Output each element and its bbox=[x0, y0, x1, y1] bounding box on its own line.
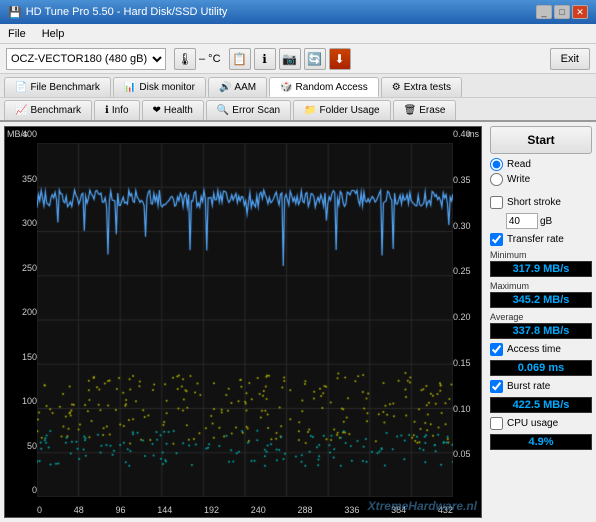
maximize-button[interactable]: □ bbox=[554, 5, 570, 19]
stroke-value-input[interactable] bbox=[506, 213, 538, 229]
toolbar: OCZ-VECTOR180 (480 gB) 🌡 – °C 📋 ℹ 📷 🔄 ⬇ … bbox=[0, 44, 596, 74]
minimum-stat-section: Minimum 317.9 MB/s bbox=[490, 250, 592, 277]
exit-button[interactable]: Exit bbox=[550, 48, 590, 70]
write-radio-row: Write bbox=[490, 173, 592, 186]
file-benchmark-icon: 📄 bbox=[15, 82, 27, 93]
info-tab-icon: ℹ bbox=[105, 105, 109, 116]
temperature-display: – °C bbox=[199, 53, 221, 65]
chart-labels-right: 0.40 0.35 0.30 0.25 0.20 0.15 0.10 0.05 bbox=[453, 127, 481, 497]
tab-file-benchmark[interactable]: 📄 File Benchmark bbox=[4, 77, 111, 97]
app-icon: 💾 bbox=[8, 6, 22, 19]
drive-select[interactable]: OCZ-VECTOR180 (480 gB) bbox=[6, 48, 166, 70]
maximum-label: Maximum bbox=[490, 281, 592, 291]
tabs-row1: 📄 File Benchmark 📊 Disk monitor 🔊 AAM 🎲 … bbox=[0, 74, 596, 98]
maximum-value: 345.2 MB/s bbox=[490, 292, 592, 308]
write-label: Write bbox=[507, 174, 530, 185]
download-icon[interactable]: ⬇ bbox=[329, 48, 351, 70]
health-tab-icon: ❤ bbox=[153, 105, 161, 116]
transfer-rate-row: Transfer rate bbox=[490, 233, 592, 246]
main-content: MB/s ms 400 350 300 250 200 150 100 50 0… bbox=[0, 122, 596, 522]
tab-benchmark[interactable]: 📈 Benchmark bbox=[4, 100, 92, 120]
stroke-unit: gB bbox=[540, 216, 552, 227]
maximum-stat-section: Maximum 345.2 MB/s bbox=[490, 281, 592, 308]
minimize-button[interactable]: _ bbox=[536, 5, 552, 19]
tab-folder-usage[interactable]: 📁 Folder Usage bbox=[293, 100, 390, 120]
chart-x-labels: 0 48 96 144 192 240 288 336 384 432 bbox=[37, 505, 453, 515]
close-button[interactable]: ✕ bbox=[572, 5, 588, 19]
title-bar-controls: _ □ ✕ bbox=[536, 5, 588, 19]
toolbar-icons: 🌡 – °C bbox=[174, 48, 221, 70]
read-write-radio-group: Read Write bbox=[490, 158, 592, 186]
window-title: HD Tune Pro 5.50 - Hard Disk/SSD Utility bbox=[26, 6, 228, 18]
menu-help[interactable]: Help bbox=[38, 27, 69, 41]
burst-rate-checkbox[interactable] bbox=[490, 380, 503, 393]
tabs-row2: 📈 Benchmark ℹ Info ❤ Health 🔍 Error Scan… bbox=[0, 98, 596, 122]
chart-labels-left: 400 350 300 250 200 150 100 50 0 bbox=[5, 127, 37, 497]
read-radio-row: Read bbox=[490, 158, 592, 171]
short-stroke-label: Short stroke bbox=[507, 197, 561, 208]
cpu-usage-value: 4.9% bbox=[490, 434, 592, 450]
short-stroke-row: Short stroke bbox=[490, 196, 592, 209]
refresh-icon[interactable]: 🔄 bbox=[304, 48, 326, 70]
write-radio[interactable] bbox=[490, 173, 503, 186]
average-value: 337.8 MB/s bbox=[490, 323, 592, 339]
burst-rate-row: Burst rate bbox=[490, 380, 592, 393]
access-time-row: Access time bbox=[490, 343, 592, 356]
right-panel: Start Read Write Short stroke gB Transfe… bbox=[486, 122, 596, 522]
minimum-value: 317.9 MB/s bbox=[490, 261, 592, 277]
transfer-rate-checkbox[interactable] bbox=[490, 233, 503, 246]
transfer-rate-label: Transfer rate bbox=[507, 234, 564, 245]
burst-rate-value: 422.5 MB/s bbox=[490, 397, 592, 413]
disk-monitor-icon: 📊 bbox=[124, 82, 136, 93]
action-icons: 📋 ℹ 📷 🔄 ⬇ bbox=[229, 48, 351, 70]
tab-health[interactable]: ❤ Health bbox=[142, 100, 204, 120]
tab-disk-monitor[interactable]: 📊 Disk monitor bbox=[113, 77, 206, 97]
benchmark-icon[interactable]: 📋 bbox=[229, 48, 251, 70]
cpu-usage-label: CPU usage bbox=[507, 418, 558, 429]
tab-error-scan[interactable]: 🔍 Error Scan bbox=[206, 100, 291, 120]
average-label: Average bbox=[490, 312, 592, 322]
benchmark-tab-icon: 📈 bbox=[15, 105, 27, 116]
health-icon[interactable]: 📷 bbox=[279, 48, 301, 70]
short-stroke-checkbox[interactable] bbox=[490, 196, 503, 209]
random-access-icon: 🎲 bbox=[280, 82, 292, 93]
thermometer-icon[interactable]: 🌡 bbox=[174, 48, 196, 70]
tab-random-access[interactable]: 🎲 Random Access bbox=[269, 77, 379, 97]
error-scan-icon: 🔍 bbox=[217, 105, 229, 116]
tab-info[interactable]: ℹ Info bbox=[94, 100, 140, 120]
tab-erase[interactable]: 🗑 Erase bbox=[393, 100, 457, 120]
folder-usage-icon: 📁 bbox=[304, 105, 316, 116]
read-label: Read bbox=[507, 159, 531, 170]
chart-area: MB/s ms 400 350 300 250 200 150 100 50 0… bbox=[4, 126, 482, 518]
title-bar: 💾 HD Tune Pro 5.50 - Hard Disk/SSD Utili… bbox=[0, 0, 596, 24]
menu-bar: File Help bbox=[0, 24, 596, 44]
chart-unit-right: ms bbox=[467, 129, 479, 139]
extra-tests-icon: ⚙ bbox=[392, 82, 401, 93]
erase-icon: 🗑 bbox=[404, 105, 417, 116]
stroke-input-row: gB bbox=[506, 213, 592, 229]
chart-canvas bbox=[37, 143, 453, 497]
title-bar-left: 💾 HD Tune Pro 5.50 - Hard Disk/SSD Utili… bbox=[8, 6, 227, 19]
tab-aam[interactable]: 🔊 AAM bbox=[208, 77, 267, 97]
average-stat-section: Average 337.8 MB/s bbox=[490, 312, 592, 339]
cpu-usage-row: CPU usage bbox=[490, 417, 592, 430]
minimum-label: Minimum bbox=[490, 250, 592, 260]
cpu-usage-checkbox[interactable] bbox=[490, 417, 503, 430]
menu-file[interactable]: File bbox=[4, 27, 30, 41]
access-time-value: 0.069 ms bbox=[490, 360, 592, 376]
access-time-label: Access time bbox=[507, 344, 561, 355]
access-time-checkbox[interactable] bbox=[490, 343, 503, 356]
info-icon[interactable]: ℹ bbox=[254, 48, 276, 70]
tab-extra-tests[interactable]: ⚙ Extra tests bbox=[381, 77, 462, 97]
burst-rate-label: Burst rate bbox=[507, 381, 550, 392]
start-button[interactable]: Start bbox=[490, 126, 592, 154]
chart-unit-left: MB/s bbox=[7, 129, 28, 139]
read-radio[interactable] bbox=[490, 158, 503, 171]
aam-icon: 🔊 bbox=[219, 82, 231, 93]
